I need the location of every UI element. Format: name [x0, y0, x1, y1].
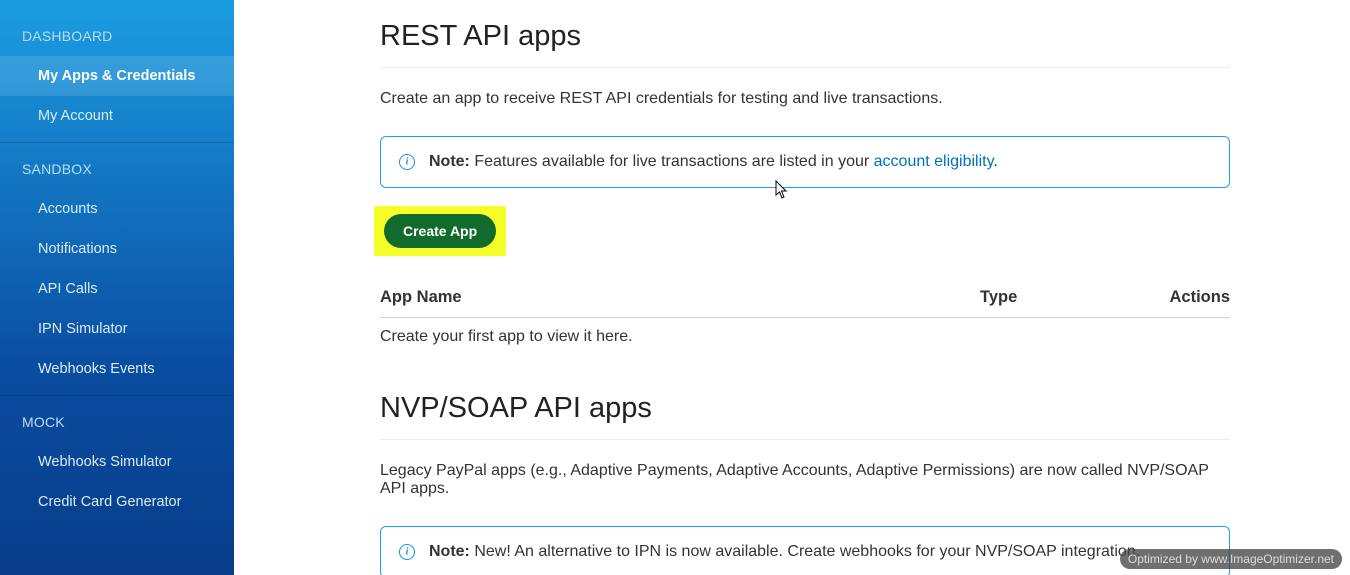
- nvp-note-text: Note: New! An alternative to IPN is now …: [429, 543, 1140, 561]
- main-content: REST API apps Create an app to receive R…: [250, 0, 1350, 575]
- nvp-soap-heading: NVP/SOAP API apps: [380, 382, 1230, 440]
- sidebar-item-accounts[interactable]: Accounts: [0, 189, 234, 229]
- info-icon: [399, 154, 415, 170]
- sidebar-section-mock: MOCK: [0, 396, 234, 442]
- col-app-name: App Name: [380, 288, 980, 307]
- nvp-note-box: Note: New! An alternative to IPN is now …: [380, 526, 1230, 575]
- apps-table-header: App Name Type Actions: [380, 276, 1230, 318]
- create-app-highlight: Create App: [374, 206, 506, 256]
- apps-empty-message: Create your first app to view it here.: [380, 318, 1230, 382]
- rest-note-box: Note: Features available for live transa…: [380, 136, 1230, 188]
- sidebar-item-notifications[interactable]: Notifications: [0, 229, 234, 269]
- sidebar-item-webhooks-simulator[interactable]: Webhooks Simulator: [0, 442, 234, 482]
- sidebar-section-dashboard: DASHBOARD: [0, 10, 234, 56]
- rest-note-text: Note: Features available for live transa…: [429, 153, 998, 171]
- nvp-soap-intro: Legacy PayPal apps (e.g., Adaptive Payme…: [380, 462, 1230, 498]
- sidebar-item-my-account[interactable]: My Account: [0, 96, 234, 136]
- watermark: Optimized by www.ImageOptimizer.net: [1120, 549, 1342, 569]
- info-icon: [399, 544, 415, 560]
- sidebar-item-api-calls[interactable]: API Calls: [0, 269, 234, 309]
- create-app-button[interactable]: Create App: [384, 214, 496, 248]
- sidebar-scroll[interactable]: DASHBOARD My Apps & Credentials My Accou…: [0, 0, 250, 575]
- sidebar: DASHBOARD My Apps & Credentials My Accou…: [0, 0, 250, 575]
- account-eligibility-link[interactable]: account eligibility: [874, 153, 994, 170]
- col-actions: Actions: [1140, 288, 1230, 307]
- sidebar-item-credit-card-generator[interactable]: Credit Card Generator: [0, 482, 234, 522]
- sidebar-section-sandbox: SANDBOX: [0, 143, 234, 189]
- sidebar-item-webhooks-events[interactable]: Webhooks Events: [0, 349, 234, 389]
- sidebar-item-my-apps-credentials[interactable]: My Apps & Credentials: [0, 56, 234, 96]
- col-type: Type: [980, 288, 1140, 307]
- rest-api-intro: Create an app to receive REST API creden…: [380, 90, 1230, 108]
- sidebar-item-ipn-simulator[interactable]: IPN Simulator: [0, 309, 234, 349]
- rest-api-heading: REST API apps: [380, 10, 1230, 68]
